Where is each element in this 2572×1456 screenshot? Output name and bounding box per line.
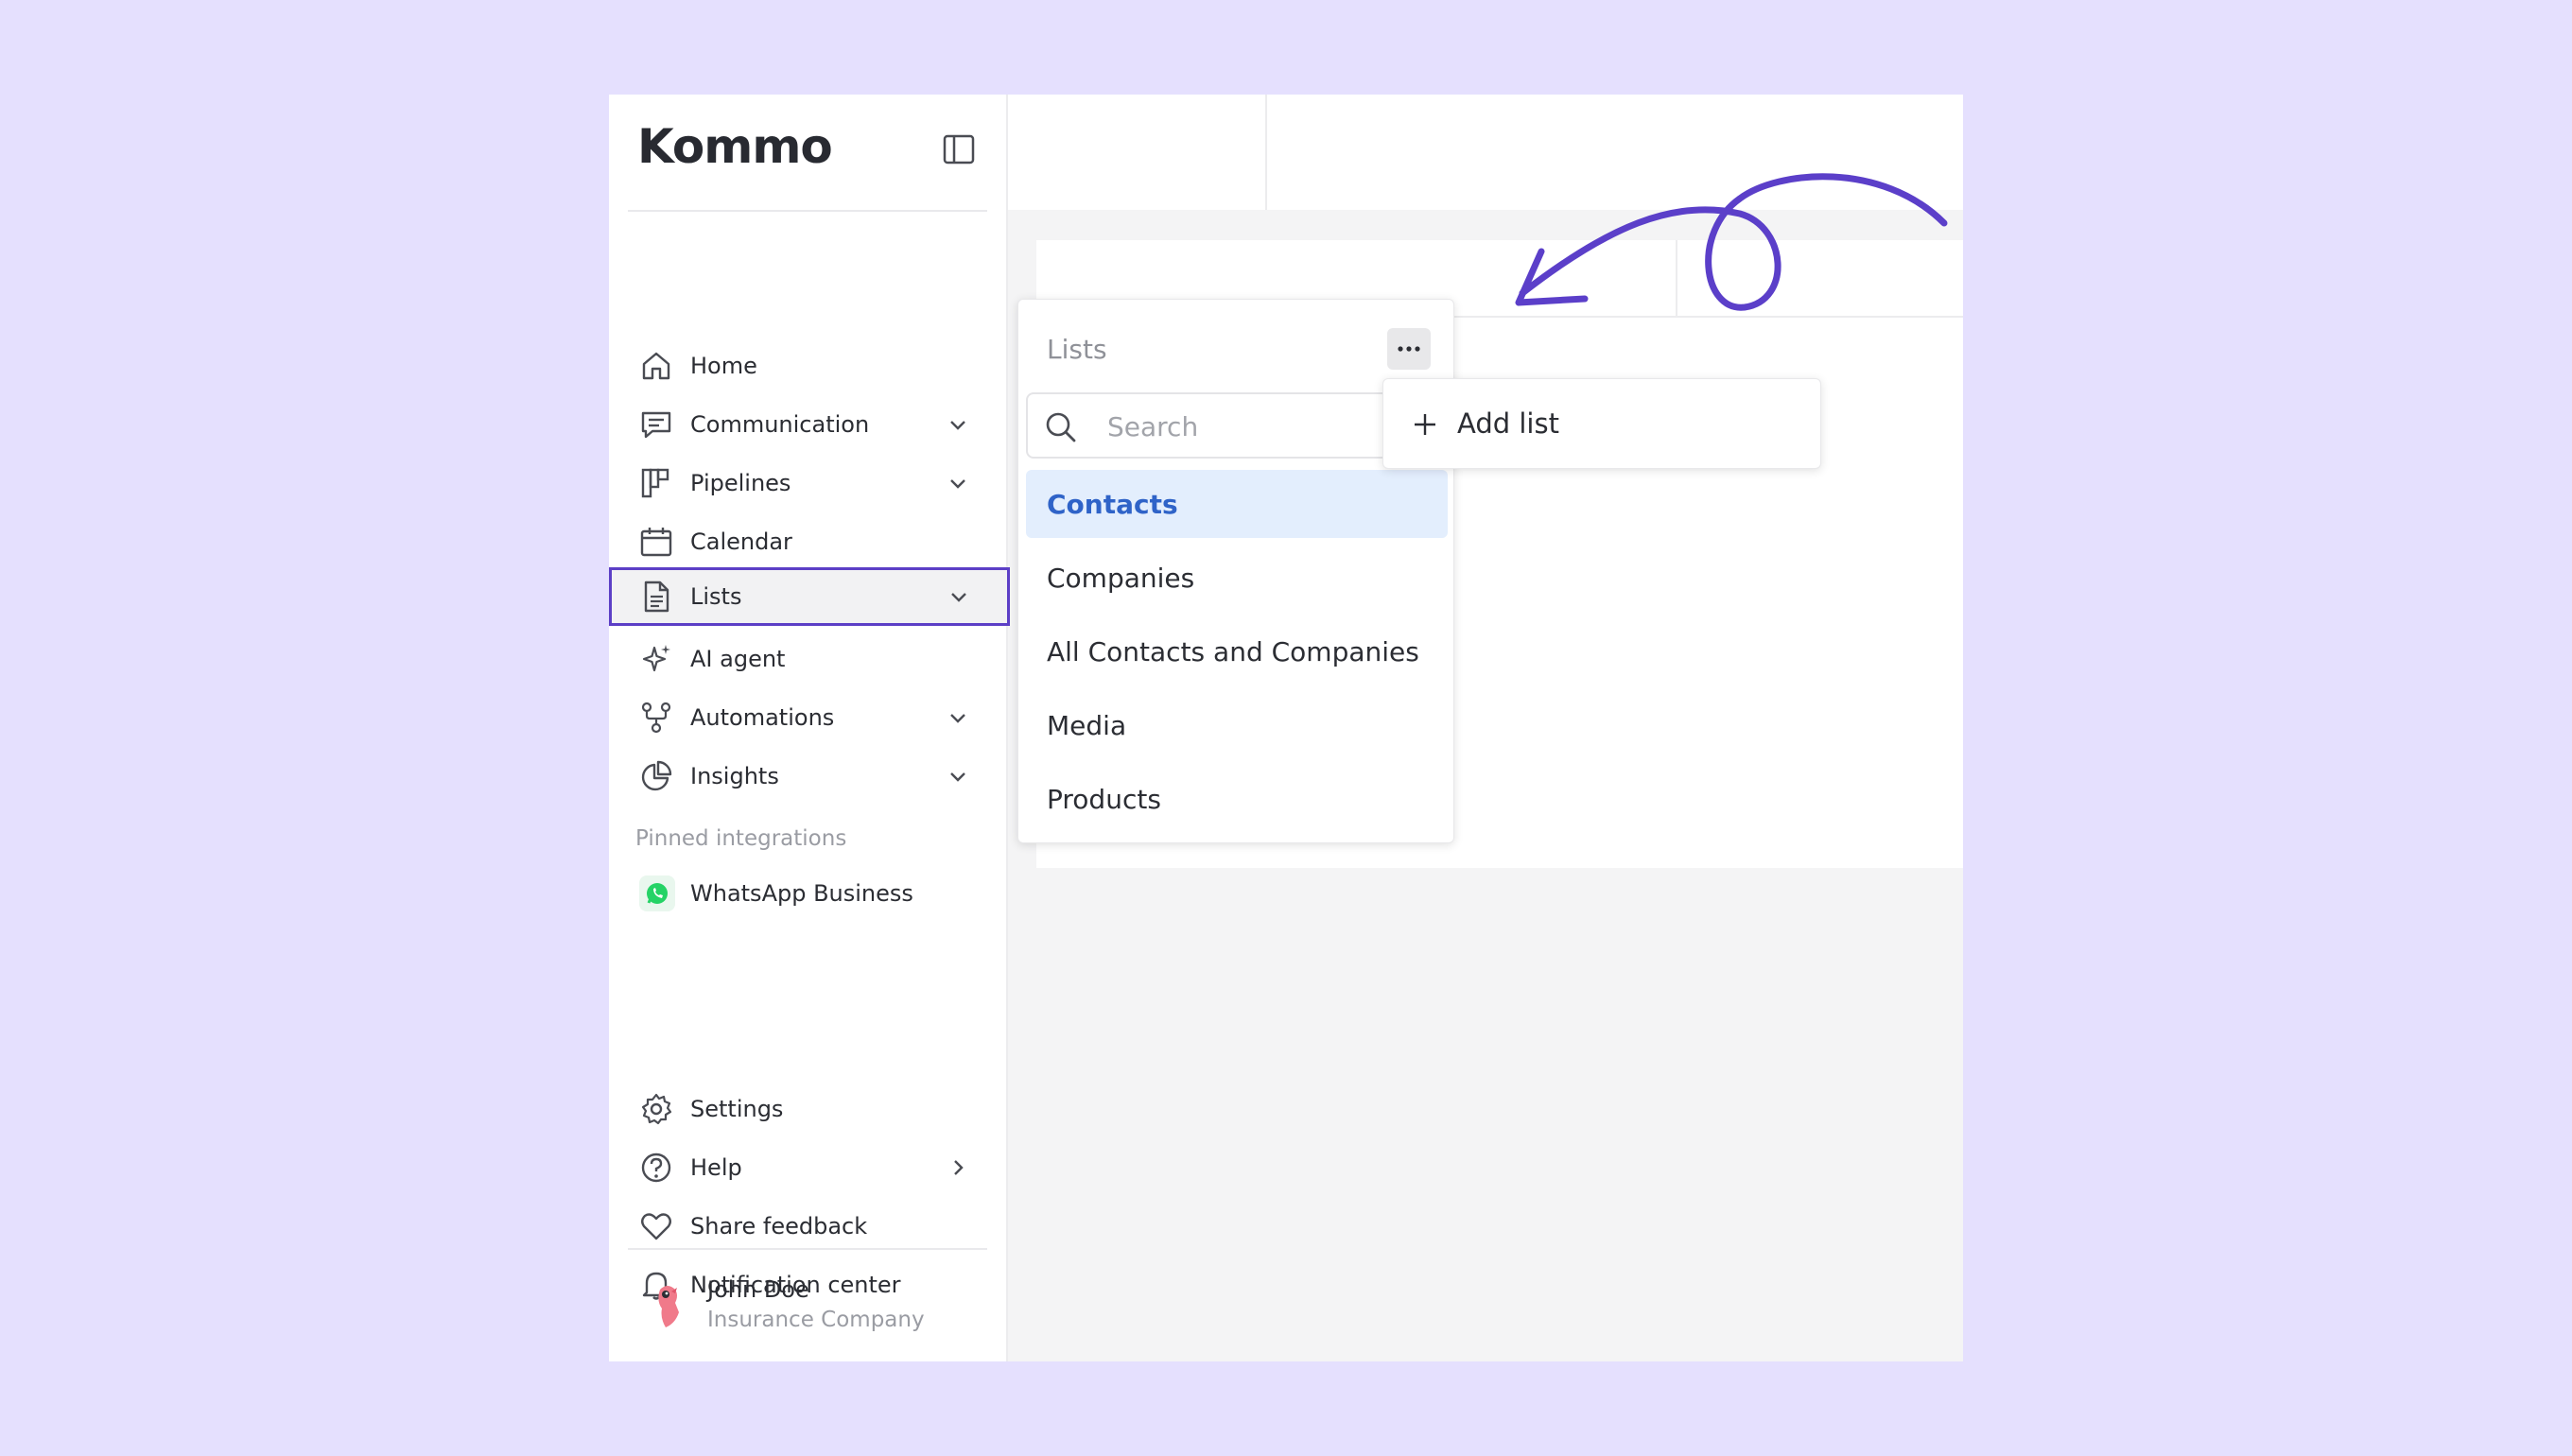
sidebar-item-settings[interactable]: Settings xyxy=(609,1080,1006,1138)
add-list-menu-item[interactable]: Add list xyxy=(1382,378,1821,469)
sidebar-item-label: WhatsApp Business xyxy=(690,880,913,907)
sidebar-item-whatsapp-business[interactable]: WhatsApp Business xyxy=(609,864,1006,923)
whatsapp-icon xyxy=(639,875,675,911)
divider xyxy=(628,210,987,212)
sparkle-icon xyxy=(642,645,670,672)
sidebar-item-communication[interactable]: Communication xyxy=(609,395,1006,454)
help-icon xyxy=(641,1153,671,1183)
sidebar-item-label: Communication xyxy=(690,411,870,438)
sidebar-item-label: Pipelines xyxy=(690,470,791,496)
list-item-contacts[interactable]: Contacts xyxy=(1026,470,1448,538)
pinned-integrations-title: Pinned integrations xyxy=(635,826,847,851)
gear-icon xyxy=(641,1093,672,1125)
sidebar-item-label: Calendar xyxy=(690,529,792,555)
sidebar-item-pipelines[interactable]: Pipelines xyxy=(609,454,1006,512)
top-bar xyxy=(1008,95,1963,210)
sidebar-toggle-icon[interactable] xyxy=(942,132,976,166)
user-name: John Doe xyxy=(707,1276,809,1303)
sidebar-item-label: Home xyxy=(690,353,757,379)
sidebar-item-share-feedback[interactable]: Share feedback xyxy=(609,1197,1006,1256)
user-company: Insurance Company xyxy=(707,1308,925,1332)
plus-icon xyxy=(1415,414,1435,435)
calendar-icon xyxy=(640,528,672,557)
sidebar-item-label: Lists xyxy=(690,583,742,610)
pie-chart-icon xyxy=(641,760,672,791)
sidebar-item-calendar[interactable]: Calendar xyxy=(609,512,1006,571)
sidebar-item-label: Insights xyxy=(690,763,779,789)
sidebar-item-label: Settings xyxy=(690,1096,784,1122)
document-icon xyxy=(644,581,669,613)
lists-title: Lists xyxy=(1047,334,1107,365)
home-icon xyxy=(642,352,670,380)
app-window: Kommo Home Communication Pipelines Calen… xyxy=(609,95,1963,1361)
user-profile[interactable]: John Doe Insurance Company xyxy=(609,1250,1006,1361)
automations-icon xyxy=(641,702,671,734)
chevron-down-icon xyxy=(950,772,965,782)
sidebar-item-lists[interactable]: Lists xyxy=(609,567,1010,626)
search-icon xyxy=(1046,412,1076,442)
sidebar-item-label: Automations xyxy=(690,704,835,731)
sidebar-item-label: AI agent xyxy=(690,646,786,672)
heart-icon xyxy=(641,1213,671,1240)
add-list-label: Add list xyxy=(1457,407,1559,440)
list-item-media[interactable]: Media xyxy=(1026,691,1448,759)
top-bar-separator xyxy=(1265,95,1267,210)
list-item-all-contacts-and-companies[interactable]: All Contacts and Companies xyxy=(1026,617,1448,685)
sidebar-item-label: Share feedback xyxy=(690,1213,868,1239)
sidebar: Kommo Home Communication Pipelines Calen… xyxy=(609,95,1010,1361)
sidebar-item-automations[interactable]: Automations xyxy=(609,688,1006,747)
list-item-products[interactable]: Products xyxy=(1026,765,1448,833)
chevron-down-icon xyxy=(950,421,965,430)
logo: Kommo xyxy=(637,119,833,174)
avatar xyxy=(658,1286,679,1327)
sidebar-item-home[interactable]: Home xyxy=(609,337,1006,395)
chevron-down-icon xyxy=(950,479,965,489)
list-item-companies[interactable]: Companies xyxy=(1026,544,1448,612)
card-header-separator xyxy=(1676,240,1677,316)
sidebar-item-help[interactable]: Help xyxy=(609,1138,1006,1197)
pipelines-icon xyxy=(641,468,669,498)
logo-row: Kommo xyxy=(609,95,1006,210)
chevron-right-icon xyxy=(954,1160,964,1175)
search-input[interactable] xyxy=(1107,407,1419,445)
more-options-button[interactable] xyxy=(1387,328,1431,370)
sidebar-item-ai-agent[interactable]: AI agent xyxy=(609,630,1006,688)
more-dots-icon xyxy=(1398,346,1420,352)
chevron-down-icon xyxy=(951,593,966,602)
sidebar-item-insights[interactable]: Insights xyxy=(609,747,1006,806)
chevron-down-icon xyxy=(950,714,965,723)
sidebar-item-label: Help xyxy=(690,1154,742,1181)
chat-icon xyxy=(641,411,671,439)
